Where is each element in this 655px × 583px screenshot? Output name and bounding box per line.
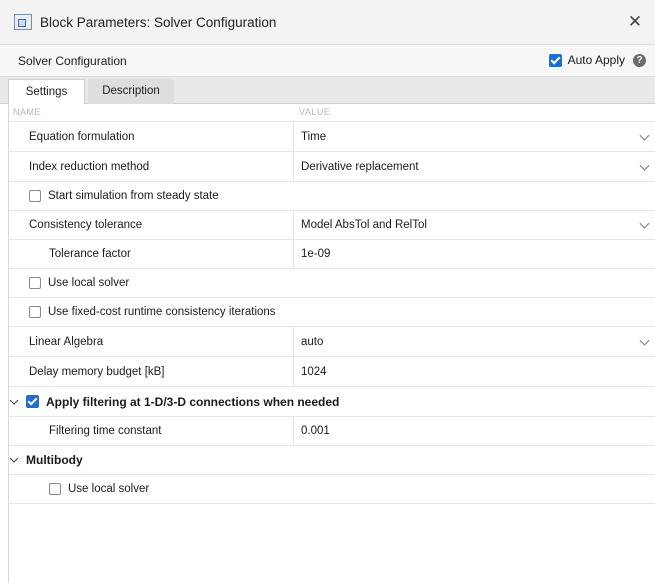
chevron-down-icon — [639, 130, 650, 141]
auto-apply-label: Auto Apply — [567, 53, 625, 67]
field-value: 0.001 — [301, 425, 330, 437]
param-label: Use local solver — [48, 277, 130, 289]
chevron-down-icon[interactable] — [9, 454, 19, 463]
section-title: Multibody — [26, 453, 83, 467]
help-icon[interactable]: ? — [633, 54, 646, 67]
field-value: 1024 — [301, 365, 327, 378]
column-header-value: VALUE — [299, 107, 331, 117]
filtering-option[interactable]: Apply filtering at 1-D/3-D connections w… — [26, 387, 339, 416]
use-local-solver-checkbox[interactable] — [29, 277, 41, 289]
param-row-index-reduction: Index reduction method Derivative replac… — [9, 152, 655, 182]
param-label: Index reduction method — [29, 160, 150, 173]
consistency-tolerance-dropdown[interactable]: Model AbsTol and RelTol — [293, 211, 655, 239]
param-label: Filtering time constant — [49, 425, 162, 437]
param-row-fixed-cost: Use fixed-cost runtime consistency itera… — [9, 298, 655, 327]
title-bar: Block Parameters: Solver Configuration ✕ — [0, 0, 655, 44]
equation-formulation-dropdown[interactable]: Time — [293, 122, 655, 151]
auto-apply-toggle[interactable]: Auto Apply — [548, 53, 625, 67]
dropdown-value: auto — [301, 335, 324, 348]
block-icon — [14, 14, 32, 30]
chevron-down-icon — [639, 218, 650, 229]
section-filtering: Apply filtering at 1-D/3-D connections w… — [9, 387, 655, 417]
param-row-consistency-tolerance: Consistency tolerance Model AbsTol and R… — [9, 211, 655, 240]
param-row-linear-algebra: Linear Algebra auto — [9, 327, 655, 357]
filtering-checkbox[interactable] — [26, 395, 39, 408]
param-row-equation-formulation: Equation formulation Time — [9, 122, 655, 152]
param-label: Tolerance factor — [49, 248, 131, 260]
start-steady-state-checkbox[interactable] — [29, 190, 41, 202]
index-reduction-dropdown[interactable]: Derivative replacement — [293, 152, 655, 181]
filtering-time-constant-field[interactable]: 0.001 — [293, 417, 655, 445]
fixed-cost-checkbox[interactable] — [29, 306, 41, 318]
fixed-cost-option[interactable]: Use fixed-cost runtime consistency itera… — [29, 298, 276, 326]
block-parameters-dialog: Block Parameters: Solver Configuration ✕… — [0, 0, 655, 583]
use-local-solver-option[interactable]: Use local solver — [29, 269, 129, 297]
dropdown-value: Model AbsTol and RelTol — [301, 219, 427, 231]
auto-apply-checkbox[interactable] — [548, 53, 562, 67]
field-value: 1e-09 — [301, 248, 331, 260]
column-header-name: NAME — [13, 107, 42, 117]
param-row-multibody-local-solver: Use local solver — [9, 475, 655, 504]
tab-bar: Settings Description — [0, 77, 655, 104]
close-button[interactable]: ✕ — [625, 12, 645, 32]
param-row-tolerance-factor: Tolerance factor 1e-09 — [9, 240, 655, 269]
table-header: NAME VALUE — [9, 104, 655, 122]
linear-algebra-dropdown[interactable]: auto — [293, 327, 655, 356]
param-row-filtering-time-constant: Filtering time constant 0.001 — [9, 417, 655, 446]
section-title: Apply filtering at 1-D/3-D connections w… — [46, 394, 340, 409]
dropdown-value: Time — [301, 130, 327, 143]
delay-memory-field[interactable]: 1024 — [293, 357, 655, 386]
tab-description[interactable]: Description — [88, 79, 174, 104]
window-title: Block Parameters: Solver Configuration — [40, 14, 277, 30]
chevron-down-icon — [639, 335, 650, 346]
param-label: Start simulation from steady state — [48, 190, 219, 202]
dialog-header: Solver Configuration Auto Apply ? — [0, 44, 655, 77]
param-label: Consistency tolerance — [29, 219, 143, 231]
block-name: Solver Configuration — [18, 54, 127, 68]
parameters-table: NAME VALUE Equation formulation Time Ind… — [8, 104, 655, 583]
tab-settings[interactable]: Settings — [8, 79, 85, 104]
chevron-down-icon[interactable] — [9, 395, 19, 405]
param-row-delay-memory: Delay memory budget [kB] 1024 — [9, 357, 655, 387]
param-label: Delay memory budget [kB] — [29, 365, 165, 378]
start-steady-state-option[interactable]: Start simulation from steady state — [29, 182, 219, 210]
multibody-local-solver-checkbox[interactable] — [49, 483, 61, 495]
param-label: Use fixed-cost runtime consistency itera… — [48, 306, 276, 318]
multibody-local-solver-option[interactable]: Use local solver — [49, 475, 149, 503]
param-row-use-local-solver: Use local solver — [9, 269, 655, 298]
dropdown-value: Derivative replacement — [301, 160, 419, 173]
section-multibody: Multibody — [9, 446, 655, 475]
param-label: Linear Algebra — [29, 335, 104, 348]
param-row-start-steady-state: Start simulation from steady state — [9, 182, 655, 211]
param-label: Use local solver — [68, 483, 150, 495]
tolerance-factor-field[interactable]: 1e-09 — [293, 240, 655, 268]
chevron-down-icon — [639, 160, 650, 171]
param-label: Equation formulation — [29, 130, 135, 143]
